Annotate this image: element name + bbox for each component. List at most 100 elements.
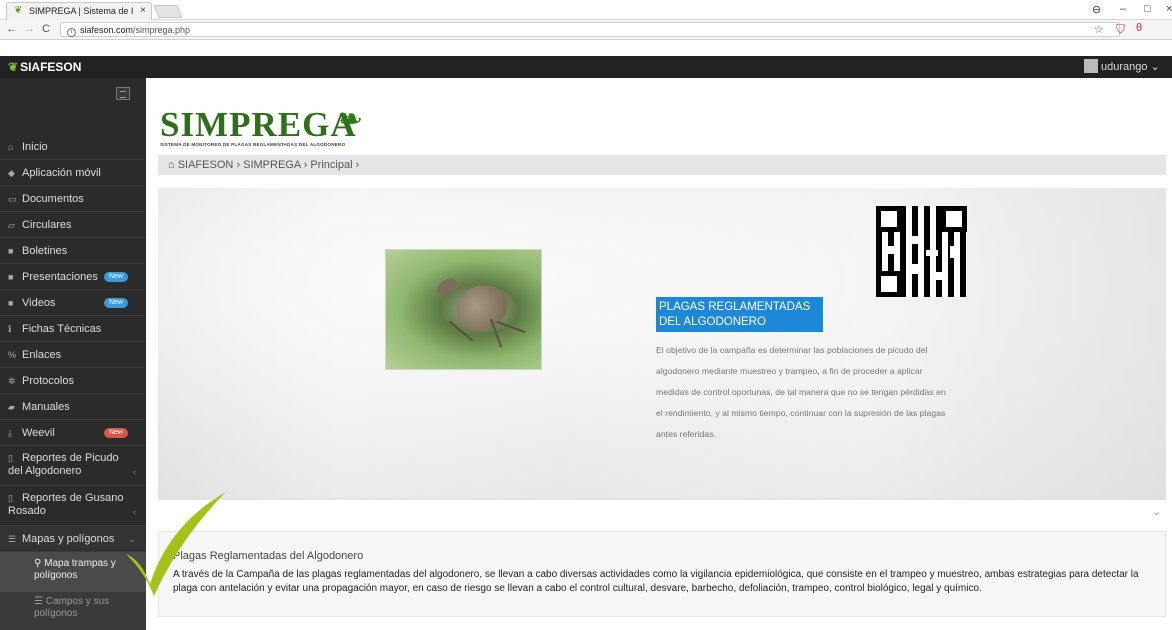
sidebar-item-label: Manuales xyxy=(22,401,70,413)
sidebar-item-inicio[interactable]: ⌂ Inicio xyxy=(0,134,146,160)
hero-title: PLAGAS REGLAMENTADAS DEL ALGODONERO xyxy=(656,297,823,332)
avatar xyxy=(1084,59,1098,73)
sidebar-item-label: Fichas Técnicas xyxy=(22,323,102,335)
bookmark-star-icon[interactable]: ☆ xyxy=(1094,23,1104,36)
gear-icon: ✲ xyxy=(8,376,16,386)
sidebar-item-reportes-picudo[interactable]: ▯ Reportes de Picudo del Algodonero ‹ xyxy=(0,446,146,486)
weevil-photo xyxy=(385,249,542,370)
address-bar-row: ← → C i siafeson.com/simprega.php ☆ ⛉ θ xyxy=(0,20,1172,40)
url-host: siafeson.com xyxy=(80,25,134,35)
logo-subtitle: SISTEMA DE MONITOREO DE PLAGAS REGLAMENT… xyxy=(160,142,346,147)
site-info-icon[interactable]: i xyxy=(67,28,76,37)
sidebar-item-label: Mapas y polígonos xyxy=(22,533,115,545)
sidebar-subitem-mapa-trampas[interactable]: ⚲ Mapa trampas y polígonos xyxy=(0,552,146,592)
sidebar-item-videos[interactable]: ■ Videos New xyxy=(0,290,146,316)
sidebar-item-label: Protocolos xyxy=(22,375,74,387)
maximize-button[interactable]: □ xyxy=(1144,3,1151,15)
url-input[interactable]: i siafeson.com/simprega.php xyxy=(60,22,1120,37)
list-icon: ☰ xyxy=(34,596,46,607)
file-icon: ■ xyxy=(8,272,14,282)
home-icon: ⌂ xyxy=(8,142,14,152)
sidebar-subitem-campos[interactable]: ☰ Campos y sus polígonos xyxy=(0,592,146,630)
tab-close-icon[interactable]: × xyxy=(140,5,146,16)
sidebar-item-enlaces[interactable]: % Enlaces xyxy=(0,342,146,368)
folder-open-icon: ▱ xyxy=(8,220,15,230)
sidebar-item-label: Aplicación móvil xyxy=(22,167,101,179)
chevron-down-icon[interactable]: ⌄ xyxy=(1152,505,1161,518)
sidebar-item-label: Boletines xyxy=(22,245,68,257)
sidebar-item-reportes-gusano[interactable]: ▯ Reportes de Gusano Rosado ‹ xyxy=(0,486,146,526)
file-outline-icon: ▯ xyxy=(8,453,13,463)
hero-banner: PLAGAS REGLAMENTADAS DEL ALGODONERO El o… xyxy=(158,188,1166,500)
forward-arrow-icon[interactable]: → xyxy=(24,23,35,35)
sidebar-subitem-label: Mapa trampas y polígonos xyxy=(34,558,116,581)
logo-word: SIMPREGA xyxy=(160,105,357,144)
weevil-head xyxy=(433,274,461,300)
minimize-button[interactable]: – xyxy=(1120,3,1126,15)
back-arrow-icon[interactable]: ← xyxy=(6,23,17,35)
sidebar-item-label: Circulares xyxy=(22,219,72,231)
file-icon: ■ xyxy=(8,298,14,308)
weevil-leg xyxy=(496,320,526,334)
sidebar-item-manuales[interactable]: ▰ Manuales xyxy=(0,394,146,420)
leaf-icon: ❦ xyxy=(8,60,19,74)
sidebar-item-documentos[interactable]: ▭ Documentos xyxy=(0,186,146,212)
link-icon: % xyxy=(8,350,17,360)
info-title: Plagas Reglamentadas del Algodonero xyxy=(173,550,364,562)
reload-icon[interactable]: C xyxy=(42,23,50,35)
hero-description: El objetivo de la campaña es determinar … xyxy=(656,345,946,439)
new-badge: New xyxy=(103,271,128,282)
sidebar-toggle-button[interactable] xyxy=(116,87,130,100)
breadcrumb-text[interactable]: SIAFESON › SIMPREGA › Principal › xyxy=(178,159,360,171)
chevron-left-icon: ‹ xyxy=(133,467,136,477)
sidebar-item-label: Inicio xyxy=(22,141,48,153)
chevron-left-icon: ‹ xyxy=(133,507,136,517)
file-outline-icon: ▯ xyxy=(8,493,13,503)
user-menu[interactable]: udurango ⌄ xyxy=(1084,59,1160,73)
simprega-logo: SIMPREGA ❧ SISTEMA DE MONITOREO DE PLAGA… xyxy=(160,105,385,150)
info-icon: ℹ xyxy=(8,324,12,334)
sidebar-item-fichas-tecnicas[interactable]: ℹ Fichas Técnicas xyxy=(0,316,146,342)
extension-icon[interactable]: θ xyxy=(1136,22,1142,34)
new-tab-button[interactable] xyxy=(153,5,183,18)
info-panel: Plagas Reglamentadas del Algodonero A tr… xyxy=(158,531,1166,617)
folder-icon: ▭ xyxy=(8,194,17,204)
sidebar-item-mapas-poligonos[interactable]: ☰ Mapas y polígonos ⌄ xyxy=(0,526,146,552)
sidebar-item-circulares[interactable]: ▱ Circulares xyxy=(0,212,146,238)
close-window-button[interactable]: × xyxy=(1166,3,1172,15)
sidebar-item-aplicacion-movil[interactable]: ◆ Aplicación móvil xyxy=(0,160,146,186)
browser-tabbar: ❦ SIMPREGA | Sistema de I × ⊖ – □ × xyxy=(0,0,1172,20)
sidebar-item-label: Documentos xyxy=(22,193,84,205)
sidebar-item-label: Reportes de Gusano Rosado xyxy=(8,492,124,517)
shield-extension-icon[interactable]: ⛉ xyxy=(1116,22,1125,37)
book-icon: ▰ xyxy=(8,402,15,412)
file-icon: ■ xyxy=(8,246,14,256)
profile-icon[interactable]: ⊖ xyxy=(1092,3,1101,16)
section-divider xyxy=(158,498,1166,499)
sidebar-item-label: Enlaces xyxy=(22,349,62,361)
url-path: /simprega.php xyxy=(133,25,191,35)
sidebar-item-label: Videos xyxy=(22,297,56,309)
browser-tab[interactable]: ❦ SIMPREGA | Sistema de I × xyxy=(6,2,152,20)
sidebar-item-label: Reportes de Picudo del Algodonero xyxy=(8,452,119,477)
sidebar-item-protocolos[interactable]: ✲ Protocolos xyxy=(0,368,146,394)
download-icon: ⤓ xyxy=(8,428,12,438)
pin-icon: ⚲ xyxy=(34,558,45,569)
sidebar-item-presentaciones[interactable]: ■ Presentaciones New xyxy=(0,264,146,290)
site-favicon-icon: ❦ xyxy=(14,5,23,16)
user-name: udurango ⌄ xyxy=(1101,61,1160,73)
list-icon: ☰ xyxy=(8,534,17,544)
brand-logo[interactable]: ❦ SIAFESON xyxy=(8,60,81,74)
qr-code[interactable] xyxy=(876,206,967,297)
brand-name: SIAFESON xyxy=(20,60,82,74)
sidebar: ⌂ Inicio ◆ Aplicación móvil ▭ Documentos ▱ C… xyxy=(0,78,146,630)
breadcrumb: ⌂ SIAFESON › SIMPREGA › Principal › xyxy=(158,155,1166,175)
sidebar-item-weevil[interactable]: ⤓ Weevil New xyxy=(0,420,146,446)
info-text: A través de la Campaña de las plagas reg… xyxy=(173,569,1139,594)
sidebar-item-boletines[interactable]: ■ Boletines xyxy=(0,238,146,264)
home-icon: ⌂ xyxy=(168,159,178,171)
new-badge: New xyxy=(103,297,128,308)
sidebar-subitem-label: Campos y sus polígonos xyxy=(34,596,110,619)
sidebar-item-label: Presentaciones xyxy=(22,271,98,283)
app-topbar: ❦ SIAFESON udurango ⌄ xyxy=(0,56,1172,78)
